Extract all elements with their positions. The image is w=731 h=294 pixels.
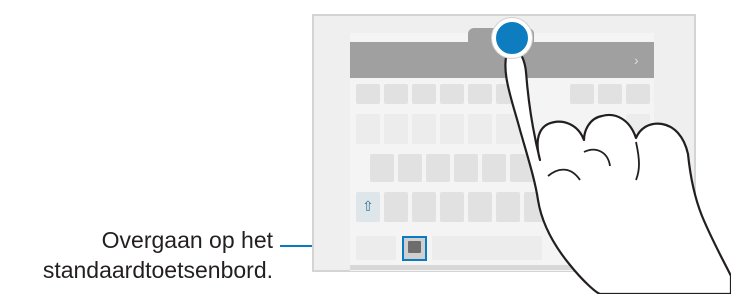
touch-point-icon [492,18,532,58]
finger-icon [504,46,731,294]
hand-outline [504,46,731,294]
